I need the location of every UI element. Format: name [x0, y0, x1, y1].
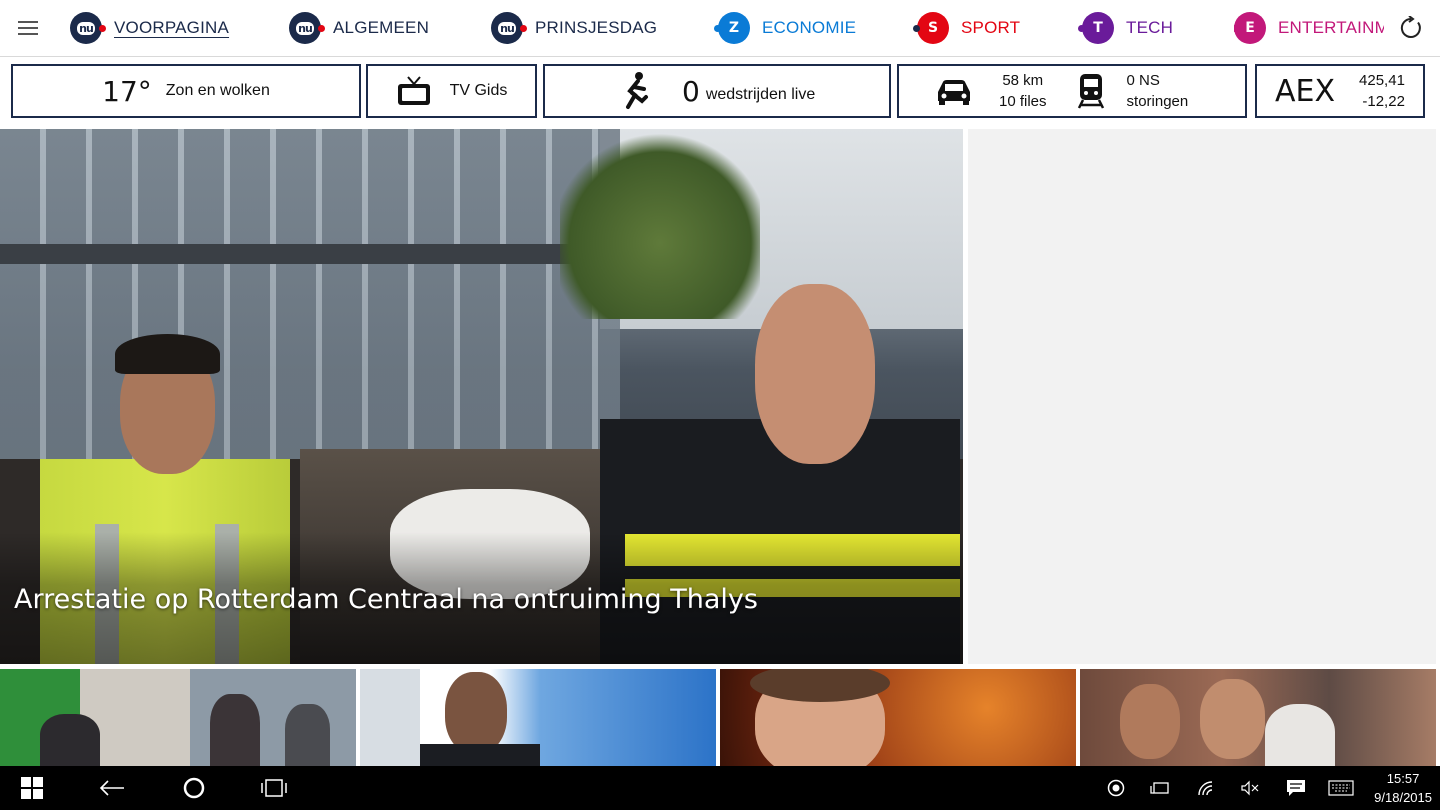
back-button[interactable] — [90, 766, 134, 810]
ns-info: 0 NS storingen — [1127, 70, 1189, 112]
nav-label: ALGEMEEN — [333, 18, 430, 37]
article-thumb-1[interactable] — [0, 669, 356, 766]
windows-taskbar: 15:57 9/18/2015 — [0, 766, 1440, 810]
weather-desc: Zon en wolken — [165, 82, 270, 99]
taskbar-clock[interactable]: 15:57 9/18/2015 — [1374, 769, 1432, 807]
action-center-button[interactable] — [1280, 766, 1312, 810]
refresh-icon[interactable] — [1399, 16, 1423, 40]
sport-logo-icon: S — [913, 12, 949, 44]
task-view-button[interactable] — [252, 766, 296, 810]
cortana-circle-icon — [183, 777, 205, 799]
nu-logo-icon: nu — [70, 12, 106, 44]
weather-temp: 17° — [102, 74, 152, 108]
keyboard-icon — [1328, 780, 1354, 796]
record-icon — [1107, 779, 1125, 797]
task-view-icon — [261, 779, 287, 797]
hamburger-menu-icon[interactable] — [18, 21, 38, 35]
tech-logo-icon: T — [1078, 12, 1114, 44]
tv-guide-widget[interactable]: TV Gids — [366, 64, 537, 118]
nav-label: ECONOMIE — [762, 18, 857, 37]
logo-letter: S — [927, 20, 939, 36]
logo-letter: Z — [728, 20, 740, 36]
article-thumb-2[interactable] — [360, 669, 716, 766]
article-thumb-3[interactable] — [720, 669, 1076, 766]
train-icon — [1077, 74, 1104, 109]
aex-values: 425,41 -12,22 — [1359, 70, 1405, 112]
nav-item-prinsjesdag[interactable]: nu PRINSJESDAG — [491, 12, 657, 44]
car-icon — [938, 80, 970, 105]
clock-time: 15:57 — [1386, 771, 1420, 786]
live-sports-widget[interactable]: 0 wedstrijden live — [543, 64, 891, 118]
traffic-widget[interactable]: 58 km 10 files 0 NS storingen — [897, 64, 1247, 118]
wifi-button[interactable] — [1190, 766, 1222, 810]
nav-item-tech[interactable]: T TECH — [1078, 12, 1174, 44]
tv-guide-label: TV Gids — [449, 82, 508, 99]
traffic-files: 10 files — [999, 93, 1047, 110]
skater-icon — [626, 72, 648, 109]
nu-logo-icon: nu — [491, 12, 527, 44]
ns-label: storingen — [1126, 93, 1189, 110]
weather-widget[interactable]: 17° Zon en wolken — [11, 64, 361, 118]
nu-logo-icon: nu — [289, 12, 325, 44]
aex-value: 425,41 — [1359, 72, 1405, 89]
aex-widget[interactable]: AEX 425,41 -12,22 — [1255, 64, 1425, 118]
nav-item-economie[interactable]: Z ECONOMIE — [714, 12, 857, 44]
entertainment-logo-icon: E — [1234, 12, 1266, 44]
nav-item-algemeen[interactable]: nu ALGEMEEN — [289, 12, 429, 44]
clock-date: 9/18/2015 — [1374, 790, 1432, 805]
nav-label: TECH — [1126, 18, 1174, 37]
category-nav: nu VOORPAGINA nu ALGEMEEN nu PRINSJESDAG… — [0, 0, 1440, 57]
logo-letter: E — [1245, 20, 1255, 36]
nav-label: VOORPAGINA — [114, 18, 230, 37]
live-label: wedstrijden live — [705, 86, 816, 103]
ns-count: 0 NS — [1126, 72, 1160, 89]
tv-icon — [397, 76, 430, 105]
traffic-km: 58 km — [1002, 72, 1044, 89]
hero-title[interactable]: Arrestatie op Rotterdam Centraal na ontr… — [14, 584, 758, 615]
aex-label: AEX — [1275, 73, 1336, 109]
ad-panel — [968, 129, 1436, 664]
nav-label: SPORT — [961, 18, 1021, 37]
cortana-button[interactable] — [172, 766, 216, 810]
nav-item-voorpagina[interactable]: nu VOORPAGINA — [70, 12, 229, 44]
record-button[interactable] — [1100, 766, 1132, 810]
traffic-info: 58 km 10 files — [999, 70, 1047, 112]
tablet-mode-button[interactable] — [1144, 766, 1176, 810]
message-icon — [1287, 780, 1305, 796]
nav-label: PRINSJESDAG — [535, 18, 658, 37]
nav-item-sport[interactable]: S SPORT — [913, 12, 1021, 44]
article-thumb-4[interactable] — [1080, 669, 1436, 766]
volume-muted-icon — [1241, 780, 1259, 796]
logo-letter: T — [1093, 20, 1103, 36]
touch-keyboard-button[interactable] — [1324, 766, 1358, 810]
wifi-icon — [1198, 781, 1213, 796]
start-button[interactable] — [10, 766, 54, 810]
live-count: 0 — [682, 74, 700, 108]
aex-change: -12,22 — [1362, 93, 1405, 110]
windows-logo-icon — [21, 777, 43, 799]
volume-button[interactable] — [1234, 766, 1266, 810]
nav-item-entertainment[interactable]: E ENTERTAINM — [1234, 12, 1384, 44]
tablet-mode-icon — [1150, 782, 1169, 794]
nav-label: ENTERTAINM — [1278, 18, 1384, 37]
back-arrow-icon — [99, 780, 124, 796]
app-window: nu VOORPAGINA nu ALGEMEEN nu PRINSJESDAG… — [0, 0, 1440, 810]
economie-logo-icon: Z — [714, 12, 750, 44]
